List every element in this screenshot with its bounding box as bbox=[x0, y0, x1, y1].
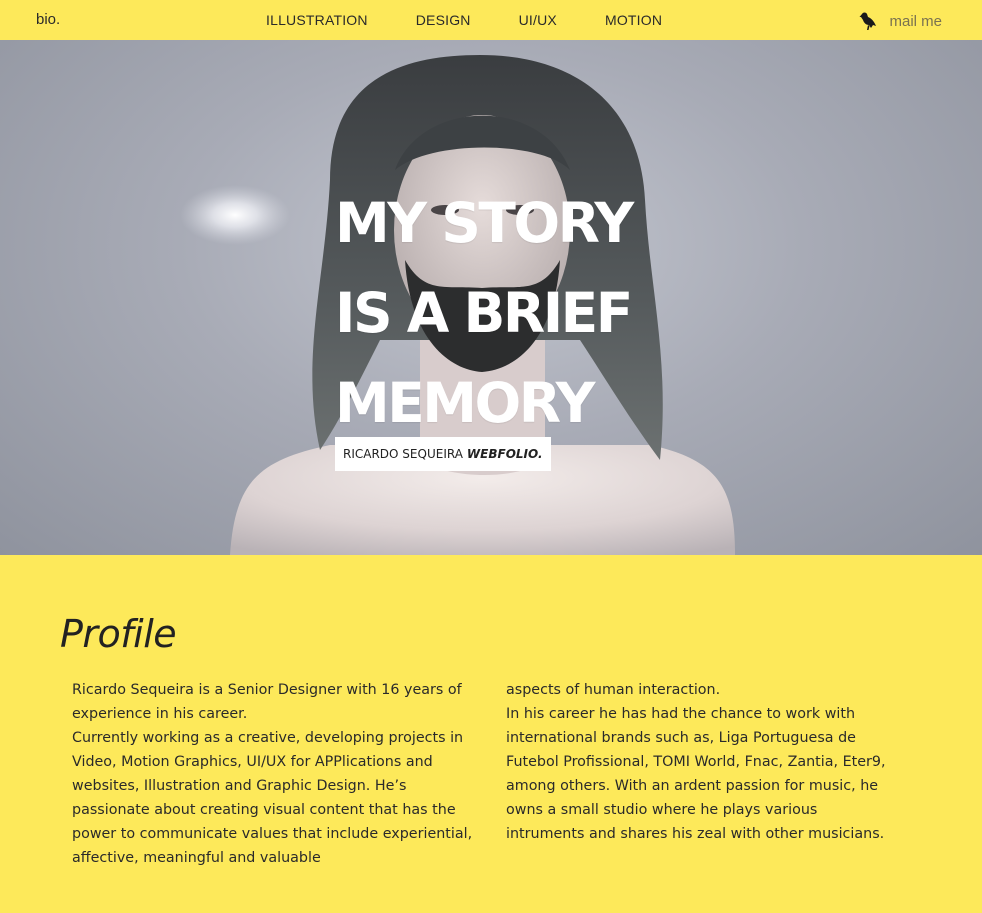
profile-paragraph: Ricardo Sequeira is a Senior Designer wi… bbox=[72, 682, 462, 722]
nav-item-motion[interactable]: MOTION bbox=[581, 12, 686, 28]
headline-line-1: MY STORY bbox=[335, 191, 634, 255]
top-navigation: bio. ILLUSTRATION DESIGN UI/UX MOTION ma… bbox=[0, 0, 982, 40]
headline-line-3: MEMORY bbox=[335, 371, 595, 435]
main-menu: ILLUSTRATION DESIGN UI/UX MOTION bbox=[242, 12, 686, 28]
nav-item-uiux[interactable]: UI/UX bbox=[495, 12, 581, 28]
nav-item-illustration[interactable]: ILLUSTRATION bbox=[242, 12, 392, 28]
headline-line-2: IS A BRIEF bbox=[335, 281, 633, 345]
hero-headline: MY STORY IS A BRIEF MEMORY bbox=[335, 178, 755, 448]
profile-column-left: Ricardo Sequeira is a Senior Designer wi… bbox=[72, 678, 484, 870]
profile-title: Profile bbox=[60, 612, 177, 656]
mail-me-label: mail me bbox=[889, 12, 942, 30]
tag-strong: WEBFOLIO. bbox=[466, 447, 543, 461]
profile-paragraph: aspects of human interaction. bbox=[506, 682, 721, 698]
mail-me-link[interactable]: mail me bbox=[859, 11, 942, 31]
nav-item-design[interactable]: DESIGN bbox=[392, 12, 495, 28]
profile-column-right: aspects of human interaction. In his car… bbox=[506, 678, 896, 846]
profile-paragraph: Currently working as a creative, develop… bbox=[72, 730, 473, 866]
webfolio-tag: RICARDO SEQUEIRA WEBFOLIO. bbox=[335, 437, 551, 471]
hero-banner: MY STORY IS A BRIEF MEMORY RICARDO SEQUE… bbox=[0, 40, 982, 555]
profile-paragraph: In his career he has had the chance to w… bbox=[506, 706, 886, 842]
brand-link[interactable]: bio. bbox=[36, 11, 60, 28]
tag-name: RICARDO SEQUEIRA bbox=[343, 447, 463, 461]
bird-icon bbox=[859, 12, 877, 30]
